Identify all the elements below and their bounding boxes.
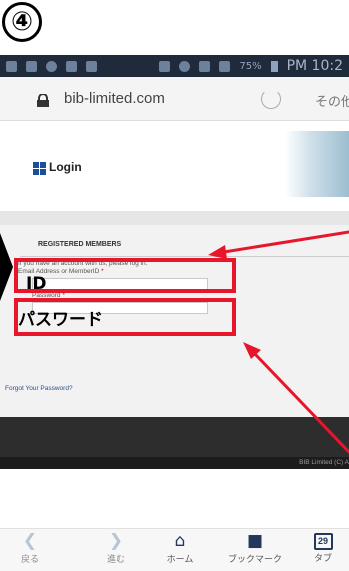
step-number-badge: ④ xyxy=(2,2,42,42)
copyright-text: BIB Limited (C) A xyxy=(299,459,349,466)
home-icon: ⌂ xyxy=(174,531,186,551)
url-text[interactable]: bib-limited.com xyxy=(64,90,165,107)
black-pointer-arrow xyxy=(0,233,13,301)
footer xyxy=(0,417,349,457)
back-button[interactable]: ❮ 戻る xyxy=(2,531,58,571)
footer-bar: BIB Limited (C) A xyxy=(0,457,349,469)
bookmark-icon: ■ xyxy=(246,531,264,551)
forgot-password-link[interactable]: Forgot Your Password? xyxy=(5,385,73,392)
browser-bottom-nav: ❮ 戻る ❯ 進む ⌂ ホーム ■ ブックマーク 29 タブ xyxy=(0,528,349,571)
photo-icon xyxy=(86,60,97,72)
home-label: ホーム xyxy=(166,554,194,564)
login-header: Login xyxy=(0,121,349,211)
address-bar[interactable]: bib-limited.com その他 xyxy=(0,77,349,121)
back-label: 戻る xyxy=(20,554,39,564)
reload-icon[interactable] xyxy=(261,89,281,109)
app-icon xyxy=(46,60,57,72)
notification-icon xyxy=(26,60,37,72)
bookmarks-label: ブックマーク xyxy=(227,554,282,564)
id-annotation-label: ID xyxy=(26,274,47,294)
section-divider xyxy=(20,256,349,257)
home-button[interactable]: ⌂ ホーム xyxy=(152,531,208,571)
wifi-icon xyxy=(199,60,211,72)
login-title: Login xyxy=(49,160,82,174)
signal-icon xyxy=(219,60,231,72)
status-bar: 75% PM 10:2 xyxy=(0,55,349,77)
divider-band xyxy=(0,211,349,225)
chevron-left-icon: ❮ xyxy=(22,531,38,551)
battery-icon xyxy=(270,60,278,72)
alarm-icon xyxy=(179,60,191,72)
tabs-button[interactable]: 29 タブ xyxy=(298,531,348,571)
chevron-right-icon: ❯ xyxy=(108,531,124,551)
other-menu-button[interactable]: その他 xyxy=(315,91,349,110)
header-banner-image xyxy=(285,131,349,197)
password-annotation-label: パスワード xyxy=(18,310,103,330)
login-icon xyxy=(33,162,46,175)
tab-count-badge: 29 xyxy=(313,533,333,550)
message-icon xyxy=(6,60,17,72)
mute-icon xyxy=(159,60,171,72)
tabs-label: タブ xyxy=(313,553,332,563)
id-highlight-box xyxy=(14,258,236,293)
clock: PM 10:2 xyxy=(286,58,343,74)
y-icon xyxy=(66,60,77,72)
section-title: REGISTERED MEMBERS xyxy=(38,241,122,248)
forward-label: 進む xyxy=(106,554,125,564)
battery-percent: 75% xyxy=(239,60,262,72)
bookmarks-button[interactable]: ■ ブックマーク xyxy=(227,531,283,571)
forward-button[interactable]: ❯ 進む xyxy=(88,531,144,571)
lock-icon xyxy=(37,94,49,107)
